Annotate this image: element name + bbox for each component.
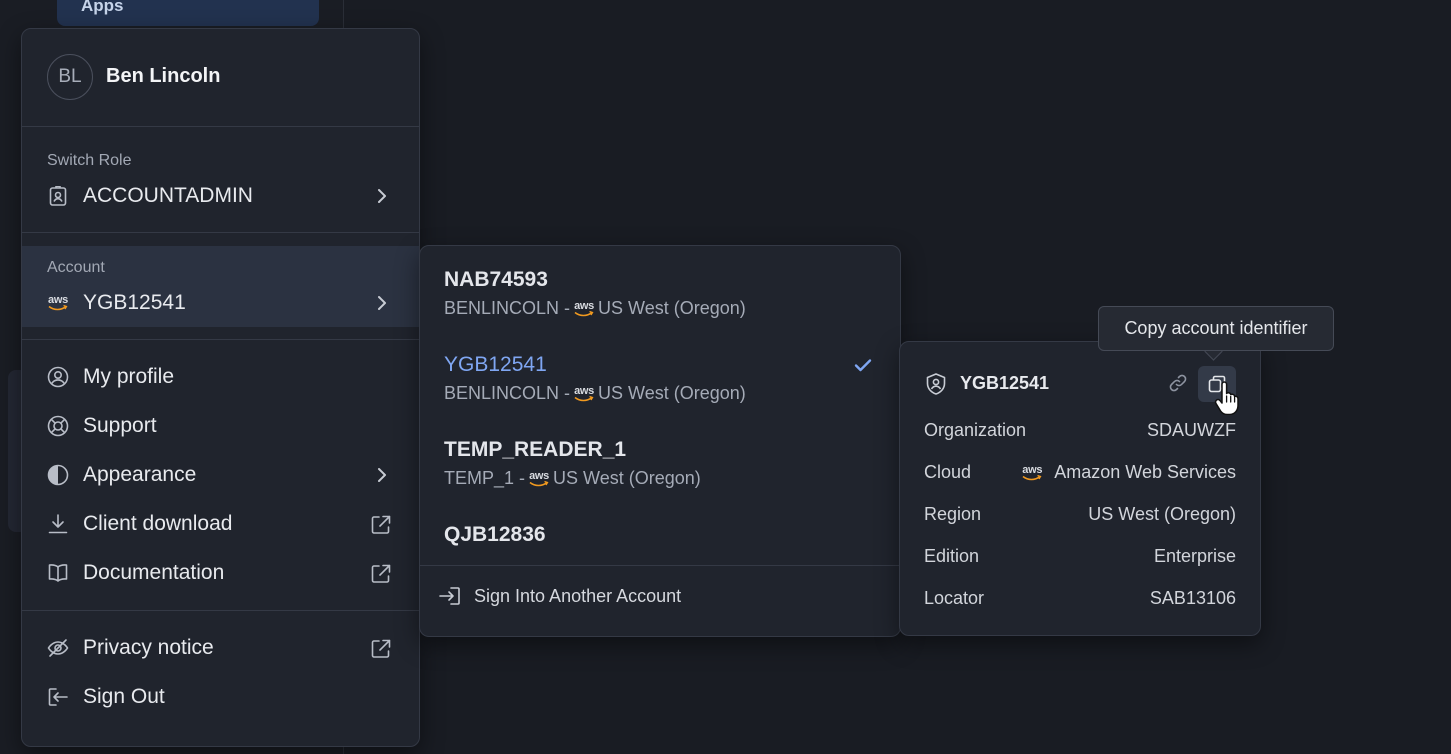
aws-logo-icon: aws	[574, 300, 594, 317]
region-label: Region	[924, 504, 982, 524]
chevron-right-icon	[374, 188, 390, 204]
divider	[420, 565, 900, 566]
cloud-value: aws Amazon Web Services	[1022, 462, 1236, 482]
switch-role-label: Switch Role	[47, 152, 132, 169]
apps-label: Apps	[81, 0, 124, 15]
account-name: YGB12541	[444, 353, 547, 376]
accounts-submenu: NAB74593 BENLINCOLN - aws US West (Orego…	[419, 245, 901, 637]
book-icon	[47, 562, 69, 584]
sign-into-another-account-button[interactable]: Sign Into Another Account	[438, 585, 681, 607]
menu-item-label: Privacy notice	[83, 636, 214, 659]
copy-tooltip: Copy account identifier	[1098, 306, 1334, 351]
apps-nav-item[interactable]: Apps	[57, 0, 319, 26]
edition-value: Enterprise	[1153, 546, 1236, 566]
external-link-icon	[370, 563, 392, 585]
hand-cursor-icon	[1214, 381, 1240, 415]
account-label: Account	[47, 259, 105, 276]
cloud-label: Cloud	[924, 462, 972, 482]
account-detail: BENLINCOLN - aws US West (Oregon)	[444, 383, 746, 403]
divider	[22, 610, 419, 611]
account-name: NAB74593	[444, 268, 548, 291]
account-detail: TEMP_1 - aws US West (Oregon)	[444, 468, 701, 488]
locator-value: SAB13106	[1149, 588, 1236, 608]
badge-icon	[47, 185, 69, 207]
download-icon	[47, 513, 69, 535]
role-value: ACCOUNTADMIN	[83, 184, 253, 207]
account-value: YGB12541	[83, 291, 186, 314]
sign-in-icon	[438, 585, 462, 607]
external-link-icon	[370, 514, 392, 536]
divider	[22, 126, 419, 127]
menu-item-label: Client download	[83, 512, 233, 535]
user-circle-icon	[47, 366, 69, 388]
menu-item-label: Support	[83, 414, 157, 437]
sign-out-icon	[47, 686, 69, 708]
lifebuoy-icon	[47, 415, 69, 437]
avatar: BL	[47, 54, 93, 100]
aws-logo-icon: aws	[529, 470, 549, 487]
details-title: YGB12541	[960, 373, 1050, 393]
aws-logo-icon: aws	[47, 292, 69, 314]
account-name: QJB12836	[444, 523, 546, 546]
external-link-icon	[370, 638, 392, 660]
checkmark-icon	[853, 357, 873, 373]
shield-user-icon	[924, 372, 948, 396]
region-value: US West (Oregon)	[1088, 504, 1236, 524]
divider	[22, 232, 419, 233]
user-name: Ben Lincoln	[106, 65, 221, 87]
account-name: TEMP_READER_1	[444, 438, 627, 461]
aws-logo-icon: aws	[574, 385, 594, 402]
organization-label: Organization	[924, 420, 1027, 440]
divider	[22, 339, 419, 340]
chevron-right-icon	[374, 467, 390, 483]
aws-logo-icon: aws	[1022, 464, 1043, 481]
menu-item-label: Sign Out	[83, 685, 165, 708]
organization-value: SDAUWZF	[1147, 420, 1236, 440]
user-menu: BL Ben Lincoln Switch Role ACCOUNTADMIN …	[21, 28, 420, 747]
menu-item-label: Documentation	[83, 561, 225, 584]
eye-slash-icon	[47, 637, 69, 659]
account-detail: BENLINCOLN - aws US West (Oregon)	[444, 298, 746, 318]
account-row[interactable]: Account aws YGB12541	[22, 246, 419, 327]
account-details-panel: YGB12541 Organization SDAUWZF Cloud aws …	[899, 341, 1261, 636]
menu-item-label: Appearance	[83, 463, 197, 486]
link-icon[interactable]	[1168, 373, 1188, 393]
edition-label: Edition	[924, 546, 980, 566]
menu-item-label: My profile	[83, 365, 175, 388]
chevron-right-icon	[374, 295, 390, 311]
locator-label: Locator	[924, 588, 985, 608]
sign-into-another-label: Sign Into Another Account	[474, 585, 682, 606]
contrast-icon	[47, 464, 69, 486]
